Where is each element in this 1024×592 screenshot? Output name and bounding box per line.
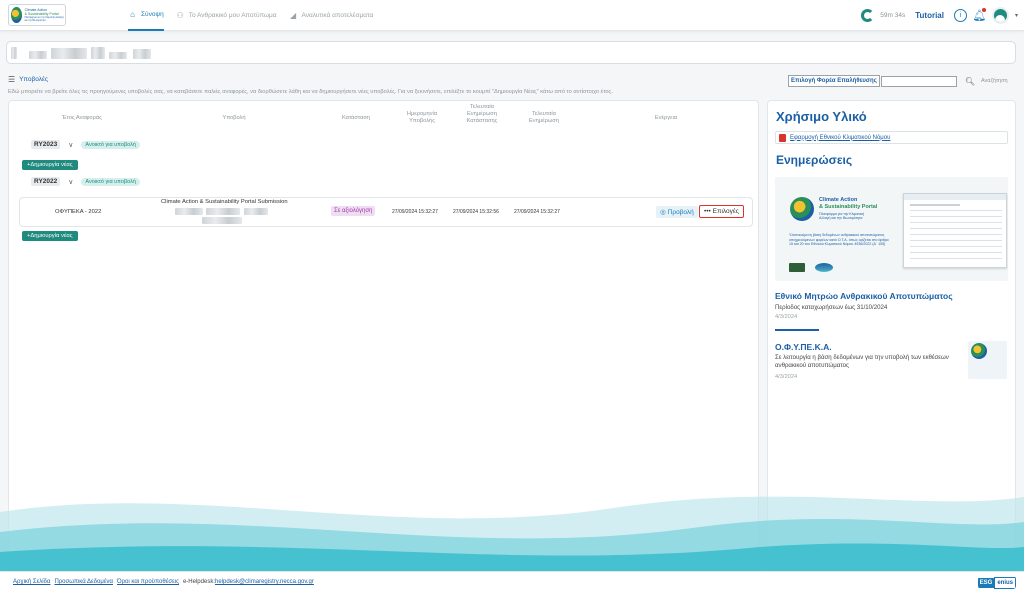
status-badge: Ανοικτό για υποβολή — [81, 177, 140, 186]
people-icon: ⚇ — [176, 11, 184, 20]
footer-link-terms[interactable]: Όροι και προϋποθέσεις — [117, 579, 179, 585]
useful-material-title: Χρήσιμο Υλικό — [776, 109, 867, 124]
row-last-update-date: 27/09/2024 15:32:27 — [514, 209, 560, 215]
banner-title2: & Sustainability Portal — [819, 204, 878, 210]
redacted-block — [206, 208, 240, 215]
helpdesk-label: e-Helpdesk: — [182, 579, 215, 585]
redacted-block — [244, 208, 268, 215]
nav-detailed-results[interactable]: ◢ Αναλυτικά αποτελέσματα — [289, 0, 373, 31]
nav-carbon-footprint[interactable]: ⚇ Το Ανθρακικό μου Αποτύπωμα — [176, 0, 277, 31]
climate-law-link[interactable]: Εφαρμογή Εθνικού Κλιματικού Νόμου — [775, 131, 1008, 144]
updates-title: Ενημερώσεις — [776, 153, 853, 167]
col-status-update: Τελευταία Ενημέρωση Κατάστασης — [466, 104, 498, 124]
options-button[interactable]: ••• Επιλογές — [699, 205, 744, 218]
news-title-2[interactable]: Ο.Φ.Υ.ΠΕ.Κ.Α. — [775, 342, 832, 352]
news-thumbnail — [968, 341, 1007, 379]
session-timer-icon — [861, 9, 875, 22]
session-timer: 59m 34s — [880, 12, 906, 19]
news-date-1: 4/3/2024 — [775, 314, 798, 320]
tutorial-button[interactable]: Tutorial — [915, 11, 944, 20]
row-submission-title: Climate Action & Sustainability Portal S… — [161, 199, 288, 205]
col-submission: Υποβολή — [222, 115, 246, 121]
organization-bar — [6, 41, 1016, 64]
notifications-bell-icon[interactable]: 🔔︎ — [973, 8, 986, 22]
col-last-update: Τελευταία Ενημέρωση — [529, 111, 559, 124]
news-title-1[interactable]: Εθνικό Μητρώο Ανθρακικού Αποτυπώματος — [775, 291, 953, 301]
banner-subtitle: Πλατφόρμα για την Κλιματική Αλλαγή και τ… — [819, 212, 865, 220]
year-label: RY2022 — [31, 177, 61, 186]
submissions-title: ☰ Υποβολές — [8, 75, 49, 84]
logo-line3: Πλατφόρμα για την Κλιματική Αλλαγή και τ… — [24, 16, 64, 22]
news-text-2: Σε λειτουργία η βάση δεδομένων για την υ… — [775, 354, 949, 369]
user-avatar[interactable] — [991, 7, 1009, 24]
status-badge: Σε αξιολόγηση — [331, 206, 376, 216]
chevron-down-icon[interactable]: ∨ — [68, 141, 73, 149]
create-new-button-ry2023[interactable]: +Δημιουργία νέας — [22, 160, 78, 170]
verifier-filter-label: Επιλογή Φορέα Επαλήθευσης — [788, 75, 880, 87]
redacted-block — [91, 47, 105, 59]
year-group-ry2023[interactable]: RY2023 ∨ Ανοικτό για υποβολή — [31, 140, 140, 149]
redacted-block — [51, 48, 87, 59]
year-group-ry2022[interactable]: RY2022 ∨ Ανοικτό για υποβολή — [31, 177, 140, 186]
info-icon[interactable]: i — [953, 9, 967, 22]
page-footer: Αρχική Σελίδα Προσωπικά Δεδομένα Όροι κα… — [0, 571, 1024, 592]
list-icon: ☰ — [8, 75, 16, 84]
notification-dot — [981, 8, 986, 12]
row-submission-date: 27/09/2024 15:32:27 — [392, 209, 438, 215]
redacted-block — [11, 47, 17, 59]
submissions-description: Εδώ μπορείτε να βρείτε όλες τις προηγούμ… — [8, 89, 613, 95]
home-icon: ⌂ — [130, 10, 135, 19]
chevron-down-icon[interactable]: ▾ — [1015, 12, 1018, 19]
status-badge: Ανοικτό για υποβολή — [81, 140, 140, 149]
redacted-block — [202, 217, 242, 224]
row-status-update-date: 27/09/2024 15:32:56 — [453, 209, 499, 215]
footer-link-home[interactable]: Αρχική Σελίδα — [13, 579, 50, 585]
col-action: Ενέργεια — [654, 115, 678, 121]
updates-banner[interactable]: Climate Action & Sustainability Portal Π… — [775, 177, 1008, 281]
table-row: ΟΦΥΠΕΚΑ - 2022 Climate Action & Sustaina… — [19, 197, 753, 227]
globe-logo-icon — [790, 197, 814, 221]
view-button[interactable]: ◎ Προβολή — [656, 206, 698, 218]
news-date-2: 4/3/2024 — [775, 374, 798, 380]
verifier-filter: Επιλογή Φορέα Επαλήθευσης 🔍︎ Αναζήτηση — [788, 75, 1008, 87]
globe-logo-icon — [11, 7, 22, 23]
col-reference-year: Έτος Αναφοράς — [62, 115, 102, 121]
redacted-block — [109, 52, 127, 59]
col-submission-date: Ημερομηνία Υποβολής — [406, 111, 438, 124]
verifier-filter-input[interactable] — [880, 75, 957, 87]
redacted-block — [133, 49, 151, 59]
footer-link-privacy[interactable]: Προσωπικά Δεδομένα — [54, 579, 113, 585]
search-label: Αναζήτηση — [980, 78, 1008, 84]
necca-logo-icon — [815, 263, 833, 272]
nav-summary[interactable]: ⌂ Σύνοψη — [128, 0, 164, 31]
globe-logo-icon — [971, 343, 987, 359]
banner-title1: Climate Action — [819, 197, 858, 203]
create-new-button-ry2022[interactable]: +Δημιουργία νέας — [22, 231, 78, 241]
ministry-logo-icon — [789, 263, 805, 272]
eye-icon: ◎ — [660, 209, 666, 216]
row-reference-year: ΟΦΥΠΕΚΑ - 2022 — [55, 209, 102, 215]
header-actions: 59m 34s Tutorial i 🔔︎ ▾ — [861, 5, 1018, 26]
app-header: Climate Action & Sustainability Portal Π… — [0, 0, 1024, 31]
redacted-block — [175, 208, 203, 215]
chart-icon: ◢ — [289, 11, 297, 20]
chevron-down-icon[interactable]: ∨ — [68, 178, 73, 186]
decorative-wave — [0, 496, 1024, 572]
search-icon[interactable]: 🔍︎ — [965, 77, 975, 86]
col-status: Κατάσταση — [341, 115, 371, 121]
news-separator — [775, 329, 819, 331]
portal-logo[interactable]: Climate Action & Sustainability Portal Π… — [8, 4, 66, 26]
screenshot-preview — [903, 193, 1007, 268]
esgenius-logo: ESG enius — [977, 576, 1016, 589]
pdf-icon — [779, 133, 786, 142]
news-text-1: Περίοδος καταχωρήσεων έως 31/10/2024 — [775, 304, 888, 311]
main-nav: ⌂ Σύνοψη ⚇ Το Ανθρακικό μου Αποτύπωμα ◢ … — [128, 0, 373, 31]
redacted-block — [29, 51, 47, 59]
banner-note: Υλοποιούμενη βάση δεδομένων ανθρακικού α… — [789, 233, 889, 246]
year-label: RY2023 — [31, 140, 61, 149]
helpdesk-email-link[interactable]: helpdesk@climaregistry.necca.gov.gr — [215, 579, 314, 585]
